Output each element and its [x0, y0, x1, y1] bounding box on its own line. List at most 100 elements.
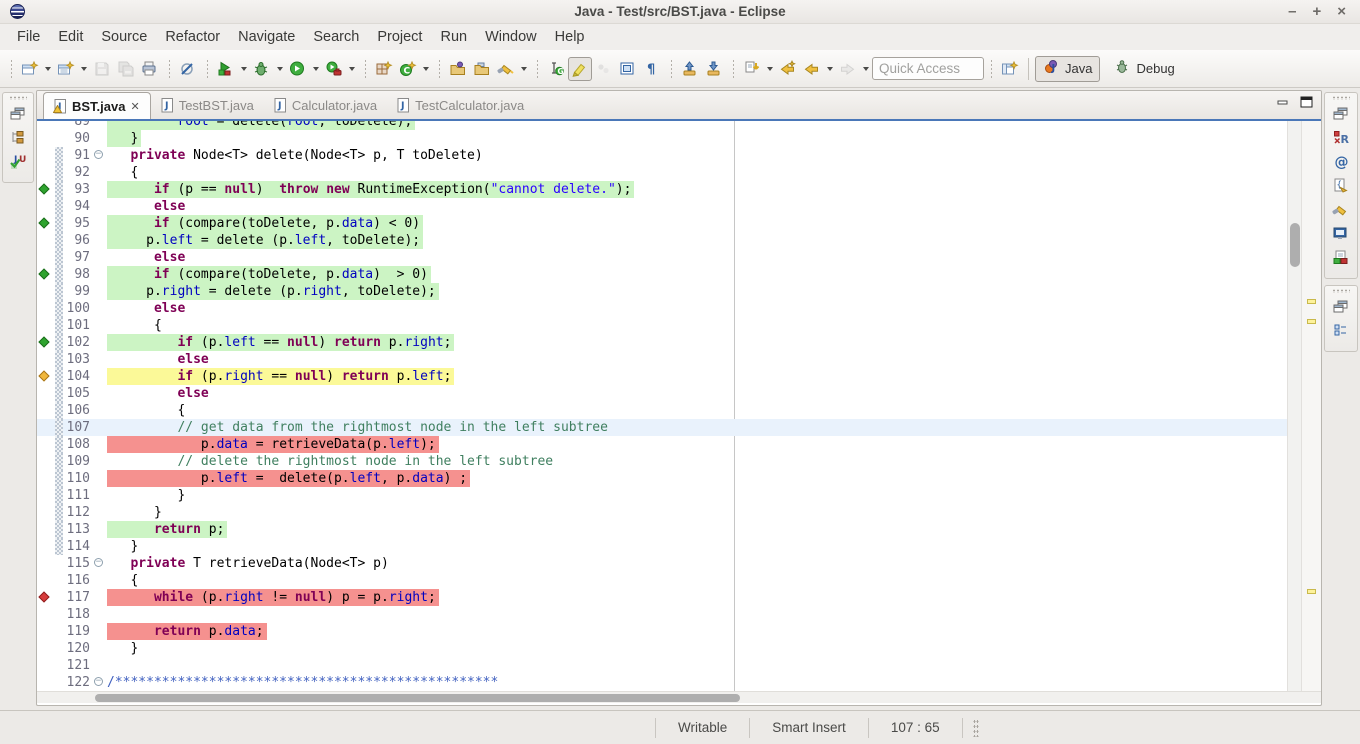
code-line-120[interactable]: 120 } [37, 640, 1287, 657]
line-number[interactable]: 108 [63, 436, 93, 453]
restore-view-button[interactable] [1329, 297, 1353, 321]
outline-view-button[interactable] [1329, 321, 1353, 345]
code-text[interactable]: return p.data; [107, 623, 1287, 640]
code-text[interactable]: root = delete(root, toDelete); [107, 121, 1287, 130]
new-wizard-dropdown-arrow-icon[interactable] [45, 67, 51, 71]
code-line-96[interactable]: 96 p.left = delete (p.left, toDelete); [37, 232, 1287, 249]
code-line-113[interactable]: 113 return p; [37, 521, 1287, 538]
code-line-118[interactable]: 118 [37, 606, 1287, 623]
code-text[interactable]: } [107, 487, 1287, 504]
line-number[interactable]: 101 [63, 317, 93, 334]
code-text[interactable]: p.right = delete (p.right, toDelete); [107, 283, 1287, 300]
annotation-ruler-cell[interactable] [37, 623, 55, 640]
annotation-ruler-cell[interactable] [37, 606, 55, 623]
code-text[interactable]: p.left = delete (p.left, toDelete); [107, 232, 1287, 249]
code-line-122[interactable]: 122−/***********************************… [37, 674, 1287, 691]
show-whitespace-button[interactable]: ¶ [640, 57, 664, 81]
code-viewport[interactable]: 89 root = delete(root, toDelete);90 }91−… [37, 121, 1287, 691]
annotation-ruler-cell[interactable] [37, 674, 55, 691]
line-number[interactable]: 94 [63, 198, 93, 215]
line-number[interactable]: 96 [63, 232, 93, 249]
search-view-view-button[interactable] [1329, 200, 1353, 224]
annotation-ruler-cell[interactable] [37, 521, 55, 538]
occurrence-mark[interactable] [1307, 319, 1316, 324]
run-dropdown-arrow-icon[interactable] [313, 67, 319, 71]
line-number[interactable]: 102 [63, 334, 93, 351]
code-line-121[interactable]: 121 [37, 657, 1287, 674]
line-number[interactable]: 115 [63, 555, 93, 572]
overview-ruler[interactable] [1301, 121, 1321, 691]
menu-item-search[interactable]: Search [304, 26, 368, 48]
annotation-ruler-cell[interactable] [37, 589, 55, 606]
code-text[interactable]: if (p == null) throw new RuntimeExceptio… [107, 181, 1287, 198]
code-line-107[interactable]: 107 // get data from the rightmost node … [37, 419, 1287, 436]
menu-item-navigate[interactable]: Navigate [229, 26, 304, 48]
annotation-ruler-cell[interactable] [37, 181, 55, 198]
annotation-ruler-cell[interactable] [37, 368, 55, 385]
show-selected-source-button[interactable] [616, 57, 640, 81]
annotation-ruler-cell[interactable] [37, 232, 55, 249]
restore-view-button[interactable] [6, 104, 30, 128]
tab-calculator-java[interactable]: JCalculator.java [264, 92, 387, 119]
back-dropdown-arrow-icon[interactable] [827, 67, 833, 71]
code-text[interactable]: else [107, 300, 1287, 317]
line-number[interactable]: 113 [63, 521, 93, 538]
code-text[interactable]: p.data = retrieveData(p.left); [107, 436, 1287, 453]
annotation-ruler-cell[interactable] [37, 555, 55, 572]
code-line-112[interactable]: 112 } [37, 504, 1287, 521]
code-text[interactable]: while (p.right != null) p = p.right; [107, 589, 1287, 606]
minimize-window-button[interactable]: – [1288, 1, 1296, 23]
package-explorer-view-button[interactable] [6, 128, 30, 152]
code-text[interactable]: if (p.right == null) return p.left; [107, 368, 1287, 385]
annotation-ruler-cell[interactable] [37, 470, 55, 487]
annotation-ruler-cell[interactable] [37, 164, 55, 181]
coverage-button[interactable] [214, 57, 238, 81]
annotation-ruler-cell[interactable] [37, 317, 55, 334]
last-edit-location-button[interactable] [740, 57, 764, 81]
annotation-ruler-cell[interactable] [37, 538, 55, 555]
perspective-java-button[interactable]: JJava [1035, 56, 1100, 82]
code-text[interactable]: if (compare(toDelete, p.data) < 0) [107, 215, 1287, 232]
menu-item-refactor[interactable]: Refactor [156, 26, 229, 48]
horizontal-scrollbar[interactable] [37, 691, 1321, 703]
line-number[interactable]: 109 [63, 453, 93, 470]
code-line-97[interactable]: 97 else [37, 249, 1287, 266]
forward-dropdown-arrow-icon[interactable] [863, 67, 869, 71]
back-button[interactable] [800, 57, 824, 81]
fold-ruler-cell[interactable]: − [93, 147, 107, 164]
next-annotation-button[interactable] [702, 57, 726, 81]
line-number[interactable]: 95 [63, 215, 93, 232]
code-text[interactable]: return p; [107, 521, 1287, 538]
code-line-114[interactable]: 114 } [37, 538, 1287, 555]
code-text[interactable]: else [107, 351, 1287, 368]
new-project-dropdown-arrow-icon[interactable] [81, 67, 87, 71]
code-line-99[interactable]: 99 p.right = delete (p.right, toDelete); [37, 283, 1287, 300]
line-number[interactable]: 111 [63, 487, 93, 504]
annotation-ruler-cell[interactable] [37, 487, 55, 504]
annotation-ruler-cell[interactable] [37, 147, 55, 164]
code-line-93[interactable]: 93 if (p == null) throw new RuntimeExcep… [37, 181, 1287, 198]
menu-item-file[interactable]: File [8, 26, 49, 48]
line-number[interactable]: 121 [63, 657, 93, 674]
line-number[interactable]: 92 [63, 164, 93, 181]
fold-ruler-cell[interactable]: − [93, 674, 107, 691]
coverage-view-view-button[interactable] [1329, 248, 1353, 272]
open-resource-button[interactable] [470, 57, 494, 81]
external-tools-dropdown-arrow-icon[interactable] [349, 67, 355, 71]
line-number[interactable]: 103 [63, 351, 93, 368]
fold-ruler-cell[interactable]: − [93, 555, 107, 572]
code-line-91[interactable]: 91− private Node<T> delete(Node<T> p, T … [37, 147, 1287, 164]
collapse-icon[interactable]: − [94, 558, 103, 567]
annotation-ruler-cell[interactable] [37, 334, 55, 351]
code-line-100[interactable]: 100 else [37, 300, 1287, 317]
code-text[interactable]: // delete the rightmost node in the left… [107, 453, 1287, 470]
code-line-116[interactable]: 116 { [37, 572, 1287, 589]
code-line-105[interactable]: 105 else [37, 385, 1287, 402]
code-text[interactable]: { [107, 317, 1287, 334]
annotation-ruler-cell[interactable] [37, 121, 55, 130]
code-text[interactable]: else [107, 385, 1287, 402]
new-wizard-button[interactable] [18, 57, 42, 81]
menu-item-run[interactable]: Run [431, 26, 476, 48]
annotation-ruler-cell[interactable] [37, 640, 55, 657]
tab-testcalculator-java[interactable]: JTestCalculator.java [387, 92, 534, 119]
